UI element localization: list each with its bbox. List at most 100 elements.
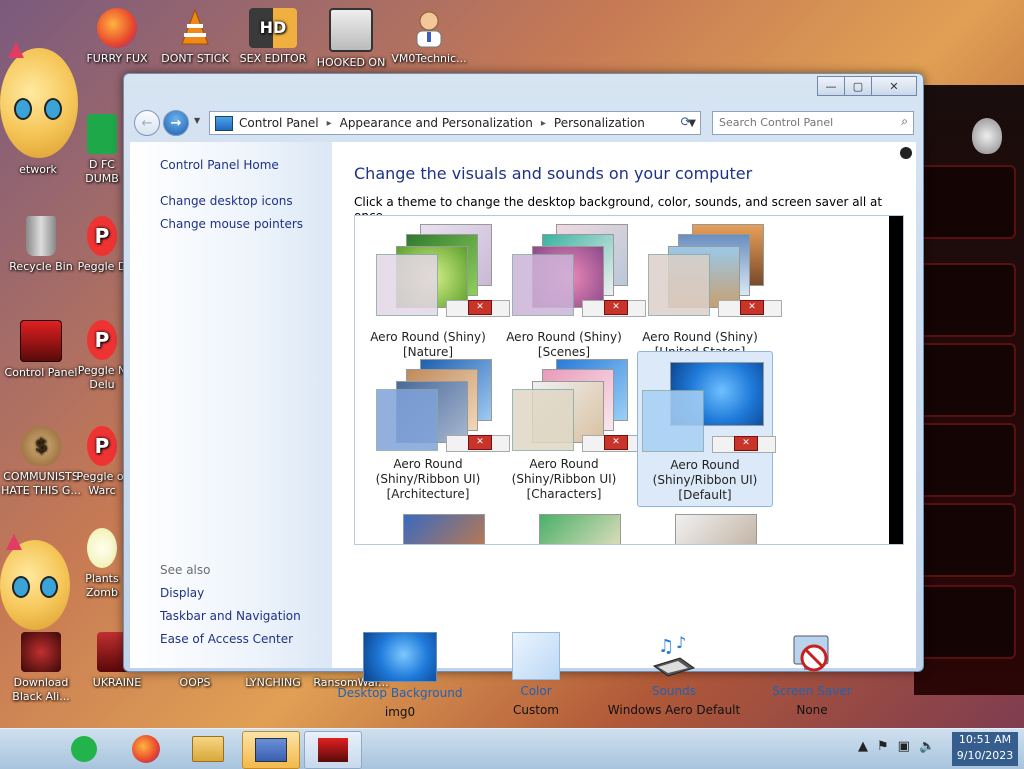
app-icon	[318, 738, 348, 762]
desktop-icon-vm0technic[interactable]: VM0Technic...	[388, 8, 470, 66]
desktop-icon-communists[interactable]: $ COMMUNISTS HATE THIS G...	[0, 426, 82, 498]
theme-preview-close-icon: ✕	[740, 300, 764, 315]
breadcrumb-personalization[interactable]: Personalization	[554, 116, 645, 130]
taskbar-control-panel-button[interactable]	[242, 731, 300, 769]
change-desktop-icons-link[interactable]: Change desktop icons	[160, 194, 293, 208]
refresh-icon: ⟳	[680, 114, 692, 130]
search-icon[interactable]: ⌕	[901, 114, 908, 129]
maximize-button[interactable]: ▢	[844, 76, 872, 96]
desktop-icon-hooked-on[interactable]: HOOKED ON	[310, 8, 392, 70]
desktop-icon-network[interactable]: etwork	[0, 163, 76, 177]
horn-shape	[8, 42, 24, 58]
taskbar-app-button[interactable]	[304, 731, 362, 769]
search-box[interactable]: ⌕	[712, 111, 914, 135]
forward-button[interactable]: →	[163, 110, 189, 136]
person-icon	[409, 8, 449, 48]
ease-of-access-link[interactable]: Ease of Access Center	[160, 632, 293, 646]
theme-item[interactable]: ✕ Aero Round (Shiny) [United States]	[633, 216, 782, 370]
desktop-background-link[interactable]: Desktop Background	[330, 686, 470, 700]
desktop-icon-sex-editor[interactable]: HD SEX EDITOR	[232, 8, 314, 66]
desktop-background-icon	[363, 632, 437, 682]
desktop-gadget-panel	[914, 85, 1024, 695]
screen-saver-icon	[788, 632, 836, 680]
theme-color-swatch	[512, 254, 574, 316]
theme-color-swatch	[642, 390, 704, 452]
volume-icon[interactable]: 🔈	[919, 739, 935, 754]
chevron-down-icon: ▼	[194, 116, 201, 125]
clock-date: 9/10/2023	[956, 749, 1014, 762]
show-hidden-icons-icon[interactable]: ▲	[858, 739, 868, 754]
theme-item[interactable]: ✕ Aero Round (Shiny) [Nature]	[361, 216, 510, 370]
color-link[interactable]: Color	[466, 684, 606, 698]
flower-icon	[87, 528, 117, 568]
breadcrumb-separator[interactable]: ▸	[327, 118, 332, 129]
clock-time: 10:51 AM	[958, 733, 1012, 746]
desktop-icon-furry-fux[interactable]: FURRY FUX	[76, 8, 158, 66]
desktop-icon-recycle-bin[interactable]: Recycle Bin	[0, 216, 82, 274]
breadcrumb-control-panel[interactable]: Control Panel	[239, 116, 319, 130]
theme-thumbnail: ✕	[376, 359, 510, 455]
refresh-button[interactable]: ⟳	[676, 112, 696, 132]
editor-icon: HD	[249, 8, 297, 48]
sounds-link[interactable]: Sounds	[604, 684, 744, 698]
taskbar-app-button[interactable]	[56, 731, 112, 767]
theme-item[interactable]: ✕ Aero Round (Shiny/Ribbon UI) [Characte…	[497, 351, 646, 505]
recycle-bin-icon	[26, 216, 56, 256]
window-controls: — ▢ ✕	[817, 76, 917, 96]
taskbar-firefox-button[interactable]	[118, 731, 174, 767]
eye-shape	[40, 576, 58, 598]
forward-arrow-icon: →	[170, 115, 182, 131]
recent-pages-dropdown[interactable]: ▼	[194, 116, 200, 125]
color-setting[interactable]: Color Custom	[466, 632, 606, 717]
task-pane: Control Panel Home Change desktop icons …	[130, 142, 332, 668]
theme-preview-partial	[403, 514, 485, 544]
display-link[interactable]: Display	[160, 586, 204, 600]
screen-saver-value: None	[796, 703, 828, 717]
vlc-cone-icon	[175, 8, 215, 48]
theme-thumbnail: ✕	[642, 360, 776, 456]
flag-icon[interactable]: ⚑	[877, 739, 889, 754]
back-arrow-icon: ←	[141, 115, 153, 131]
address-bar[interactable]: Control Panel ▸ Appearance and Personali…	[209, 111, 701, 135]
breadcrumb-appearance[interactable]: Appearance and Personalization	[340, 116, 533, 130]
screen-saver-link[interactable]: Screen Saver	[742, 684, 882, 698]
minimize-button[interactable]: —	[817, 76, 845, 96]
taskbar: ▲ ⚑ ▣ 🔈 10:51 AM 9/10/2023	[0, 728, 1024, 769]
back-button[interactable]: ←	[134, 110, 160, 136]
control-panel-home-link[interactable]: Control Panel Home	[160, 158, 279, 172]
taskbar-explorer-button[interactable]	[180, 731, 236, 767]
theme-item[interactable]: ✕ Aero Round (Shiny) [Scenes]	[497, 216, 646, 370]
close-button[interactable]: ✕	[871, 76, 917, 96]
gadget-slot	[917, 165, 1016, 239]
network-icon[interactable]: ▣	[898, 739, 910, 754]
taskbar-navigation-link[interactable]: Taskbar and Navigation	[160, 609, 301, 623]
app-icon	[87, 114, 117, 154]
sounds-setting[interactable]: ♫ ♪ Sounds Windows Aero Default	[604, 632, 744, 717]
theme-preview-partial	[539, 514, 621, 544]
screen-saver-setting[interactable]: Screen Saver None	[742, 632, 882, 717]
theme-list-scrollbar[interactable]	[889, 216, 903, 544]
theme-item[interactable]: ✕ Aero Round (Shiny/Ribbon UI) [Architec…	[361, 351, 510, 505]
search-input[interactable]	[713, 112, 895, 132]
clock[interactable]: 10:51 AM 9/10/2023	[952, 732, 1018, 766]
theme-list[interactable]: ✕ Aero Round (Shiny) [Nature] ✕ Aero Rou…	[354, 215, 904, 545]
help-icon[interactable]	[900, 147, 912, 159]
desktop-icon-control-panel[interactable]: Control Panel	[0, 320, 82, 380]
sounds-icon: ♫ ♪	[650, 632, 698, 680]
change-mouse-pointers-link[interactable]: Change mouse pointers	[160, 217, 303, 231]
theme-item-selected[interactable]: ✕ Aero Round (Shiny/Ribbon UI) [Default]	[637, 351, 776, 507]
breadcrumb-separator[interactable]: ▸	[541, 118, 546, 129]
eye-shape	[12, 576, 30, 598]
color-swatch-icon	[512, 632, 560, 680]
theme-preview-close-icon: ✕	[468, 300, 492, 315]
theme-thumbnail: ✕	[512, 359, 646, 455]
desktop-icon-dont-stick[interactable]: DONT STICK	[154, 8, 236, 66]
theme-preview-partial	[675, 514, 757, 544]
main-content: Change the visuals and sounds on your co…	[332, 142, 916, 719]
theme-thumbnail: ✕	[512, 224, 646, 320]
peggle-icon: P	[87, 426, 117, 466]
desktop-background-setting[interactable]: Desktop Background img0	[330, 632, 470, 719]
theme-label: Aero Round (Shiny/Ribbon UI) [Default]	[652, 458, 758, 502]
desktop-icon-download-black[interactable]: Download Black Ali...	[0, 632, 82, 704]
eye-shape	[14, 98, 32, 120]
